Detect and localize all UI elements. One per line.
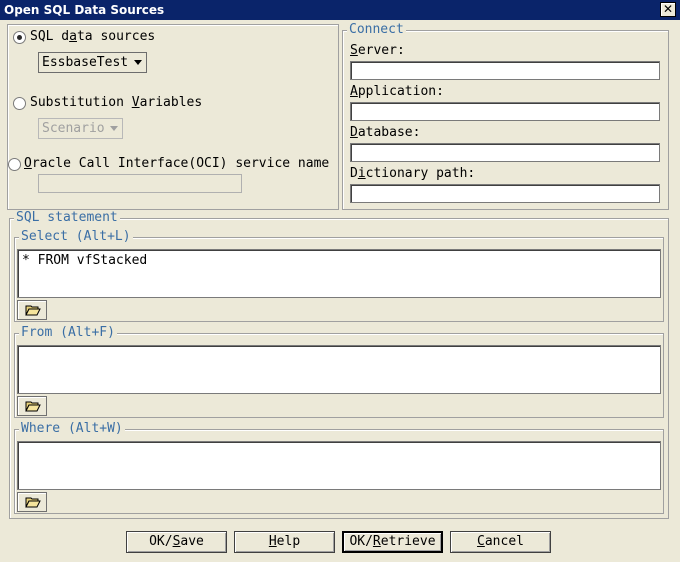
select-open-file-button[interactable]: [17, 300, 47, 320]
sql-data-sources-radio[interactable]: [13, 31, 26, 44]
where-open-file-button[interactable]: [17, 492, 47, 512]
substitution-variable-value: Scenario: [42, 121, 105, 136]
folder-open-icon: [25, 497, 41, 508]
folder-open-icon: [25, 401, 41, 412]
window-title: Open SQL Data Sources: [4, 3, 165, 17]
substitution-variables-radio[interactable]: [13, 97, 26, 110]
where-legend: Where (Alt+W): [19, 421, 125, 436]
sql-data-source-value: EssbaseTest: [42, 55, 129, 70]
sql-data-sources-label[interactable]: SQL data sources: [30, 29, 155, 44]
chevron-down-icon: [110, 126, 118, 131]
title-bar: Open SQL Data Sources ✕: [0, 0, 680, 20]
server-label: Server:: [350, 43, 405, 58]
cancel-button[interactable]: Cancel: [450, 531, 551, 553]
select-legend: Select (Alt+L): [19, 229, 133, 244]
dictionary-path-label: Dictionary path:: [350, 166, 476, 181]
close-icon: ✕: [662, 2, 674, 16]
ok-retrieve-button[interactable]: OK/Retrieve: [342, 531, 443, 553]
application-label: Application:: [350, 84, 444, 99]
help-button[interactable]: Help: [234, 531, 335, 553]
from-open-file-button[interactable]: [17, 396, 47, 416]
chevron-down-icon: [134, 60, 142, 65]
sql-statement-legend: SQL statement: [14, 210, 120, 225]
application-field[interactable]: [350, 102, 660, 121]
substitution-variable-select: Scenario: [38, 118, 123, 139]
oci-service-radio[interactable]: [8, 158, 21, 171]
substitution-variables-label[interactable]: Substitution Variables: [30, 95, 202, 110]
close-button[interactable]: ✕: [660, 2, 676, 17]
sql-data-source-select[interactable]: EssbaseTest: [38, 52, 147, 73]
database-field[interactable]: [350, 143, 660, 162]
from-textarea[interactable]: [17, 345, 661, 394]
where-text: [18, 442, 660, 448]
from-legend: From (Alt+F): [19, 325, 117, 340]
where-textarea[interactable]: [17, 441, 661, 490]
select-textarea[interactable]: * FROM vfStacked: [17, 249, 661, 298]
from-text: [18, 346, 660, 352]
oci-service-label[interactable]: Oracle Call Interface(OCI) service name: [24, 156, 329, 171]
database-label: Database:: [350, 125, 421, 140]
select-text: * FROM vfStacked: [22, 253, 148, 268]
connect-legend: Connect: [347, 22, 406, 37]
server-field[interactable]: [350, 61, 660, 80]
ok-save-button[interactable]: OK/Save: [126, 531, 227, 553]
folder-open-icon: [25, 305, 41, 316]
oci-service-field: [38, 174, 242, 193]
dictionary-path-field[interactable]: [350, 184, 660, 203]
